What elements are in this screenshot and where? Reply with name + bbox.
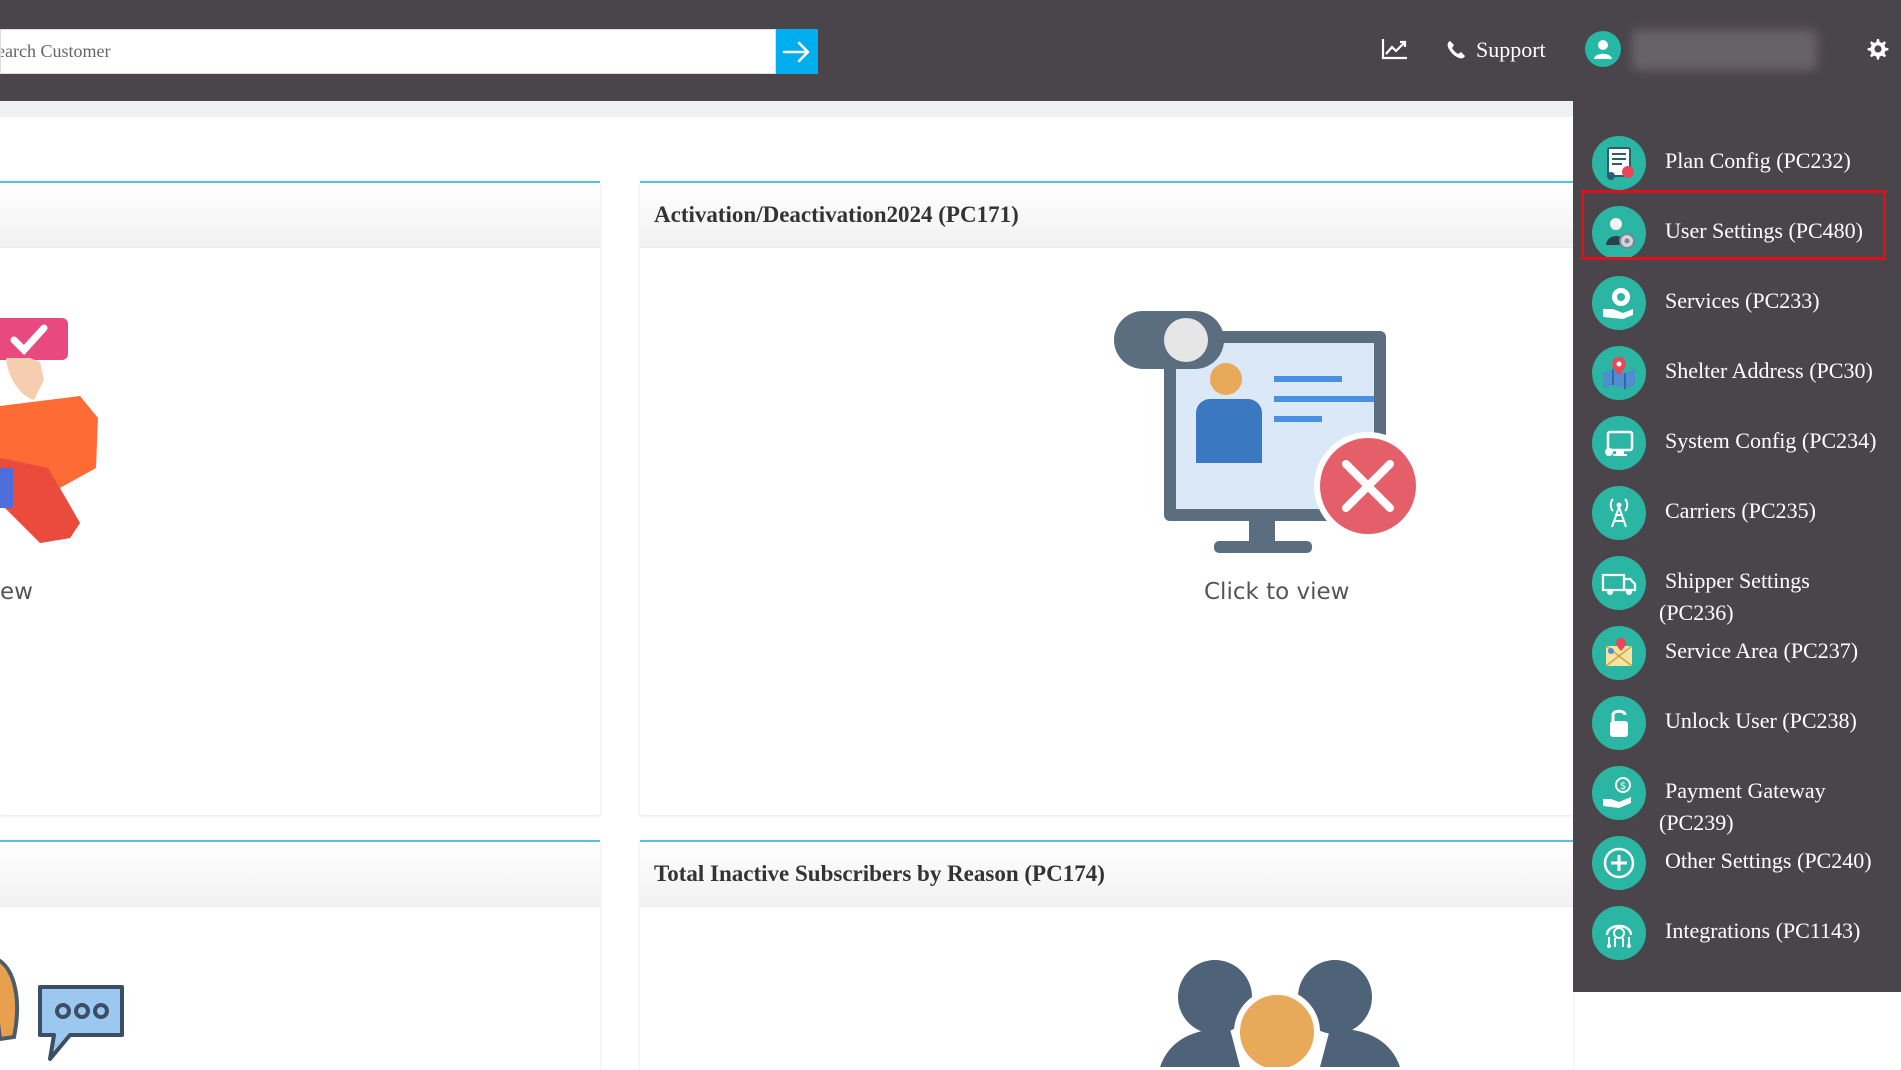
card-title xyxy=(0,183,600,248)
menu-item-label: Carriers (PC235) xyxy=(1665,498,1816,523)
menu-item-integrations[interactable]: Integrations (PC1143) xyxy=(1573,897,1901,961)
card-cta-text: ew xyxy=(0,579,33,605)
user-avatar[interactable] xyxy=(1585,31,1621,67)
checklist-illustration-icon xyxy=(0,318,98,543)
plan-config-icon xyxy=(1592,136,1646,190)
search-submit-button[interactable] xyxy=(776,29,818,74)
menu-item-other-settings[interactable]: Other Settings (PC240) xyxy=(1573,827,1901,891)
menu-item-shipper-settings[interactable]: Shipper Settings (PC236) xyxy=(1573,547,1901,625)
svg-text:$: $ xyxy=(1620,781,1626,792)
menu-item-label: Services (PC233) xyxy=(1665,288,1820,313)
gear-icon xyxy=(1867,39,1889,60)
shelter-address-icon xyxy=(1592,346,1646,400)
other-settings-icon xyxy=(1592,836,1646,890)
menu-item-service-area[interactable]: Service Area (PC237) xyxy=(1573,617,1901,681)
services-icon xyxy=(1592,276,1646,330)
card-cta-text: Click to view xyxy=(1204,579,1350,605)
menu-item-user-settings[interactable]: User Settings (PC480) xyxy=(1573,197,1901,261)
analytics-link[interactable] xyxy=(1380,34,1410,64)
menu-item-label: System Config (PC234) xyxy=(1665,428,1877,453)
menu-item-shelter-address[interactable]: Shelter Address (PC30) xyxy=(1573,337,1901,401)
menu-item-carriers[interactable]: Carriers (PC235) xyxy=(1573,477,1901,541)
content-top-strip xyxy=(0,101,1573,117)
inactive-subscribers-card[interactable]: Total Inactive Subscribers by Reason (PC… xyxy=(640,840,1573,1070)
customer-search-box xyxy=(0,29,776,74)
chat-support-illustration-icon xyxy=(0,958,124,1061)
customer-search-input[interactable] xyxy=(1,30,761,73)
menu-item-label: Other Settings (PC240) xyxy=(1665,848,1872,873)
menu-item-plan-config[interactable]: Plan Config (PC232) xyxy=(1573,127,1901,191)
dashboard-card[interactable] xyxy=(0,840,600,1070)
people-group-illustration-icon xyxy=(1160,960,1400,1067)
deactivation-illustration-icon xyxy=(1114,311,1422,553)
dashboard-card[interactable]: ew xyxy=(0,181,600,815)
card-title: Total Inactive Subscribers by Reason (PC… xyxy=(640,842,1573,907)
user-icon xyxy=(1594,40,1612,59)
line-chart-icon xyxy=(1381,39,1407,60)
menu-item-services[interactable]: Services (PC233) xyxy=(1573,267,1901,331)
card-title xyxy=(0,842,600,907)
menu-item-label: Service Area (PC237) xyxy=(1665,638,1859,663)
menu-item-unlock-user[interactable]: Unlock User (PC238) xyxy=(1573,687,1901,751)
settings-dropdown-menu: Plan Config (PC232) User Settings (PC480… xyxy=(1573,101,1901,992)
menu-item-label: Plan Config (PC232) xyxy=(1665,148,1851,173)
support-link[interactable]: Support xyxy=(1446,33,1546,67)
menu-item-label: Integrations (PC1143) xyxy=(1665,918,1861,943)
carriers-icon xyxy=(1592,486,1646,540)
settings-button[interactable] xyxy=(1865,36,1891,62)
username-redacted[interactable] xyxy=(1632,30,1817,70)
unlock-user-icon xyxy=(1592,696,1646,750)
menu-item-label: Shelter Address (PC30) xyxy=(1665,358,1873,383)
card-title: Activation/Deactivation2024 (PC171) xyxy=(640,183,1573,248)
menu-item-payment-gateway[interactable]: $ Payment Gateway (PC239) xyxy=(1573,757,1901,835)
integrations-icon xyxy=(1592,906,1646,960)
shipper-settings-icon xyxy=(1592,556,1646,610)
service-area-icon xyxy=(1592,626,1646,680)
phone-icon xyxy=(1447,41,1465,59)
support-label: Support xyxy=(1476,37,1546,62)
top-navigation-bar: Support xyxy=(0,0,1901,101)
system-config-icon xyxy=(1592,416,1646,470)
menu-item-system-config[interactable]: System Config (PC234) xyxy=(1573,407,1901,471)
menu-item-label: Unlock User (PC238) xyxy=(1665,708,1857,733)
activation-deactivation-card[interactable]: Activation/Deactivation2024 (PC171) Clic… xyxy=(640,181,1573,815)
menu-item-label: User Settings (PC480) xyxy=(1665,218,1863,243)
payment-gateway-icon: $ xyxy=(1592,766,1646,820)
user-settings-icon xyxy=(1592,206,1646,260)
arrow-right-icon xyxy=(782,41,810,62)
